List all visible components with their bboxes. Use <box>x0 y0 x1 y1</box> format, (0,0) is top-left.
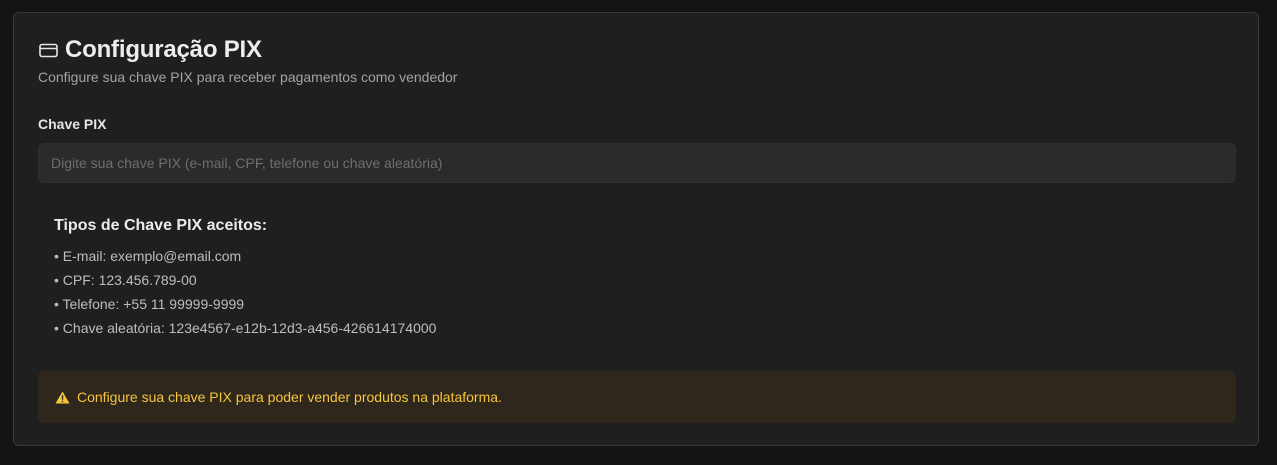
list-item: • Telefone: +55 11 99999-9999 <box>54 296 245 312</box>
accepted-key-types: Tipos de Chave PIX aceitos: • E-mail: ex… <box>54 217 436 340</box>
card-header: Configuração PIX <box>38 35 262 65</box>
pix-config-card: Configuração PIX Configure sua chave PIX… <box>13 12 1259 446</box>
page-title: Configuração PIX <box>65 36 262 63</box>
warning-text: Configure sua chave PIX para poder vende… <box>77 389 502 405</box>
list-item: • CPF: 123.456.789-00 <box>54 272 197 288</box>
credit-card-icon <box>38 40 58 60</box>
key-types-heading: Tipos de Chave PIX aceitos: <box>54 217 268 234</box>
pix-key-label: Chave PIX <box>38 116 107 132</box>
warning-banner: Configure sua chave PIX para poder vende… <box>38 371 1236 423</box>
page-subtitle: Configure sua chave PIX para receber pag… <box>38 69 458 85</box>
list-item: • Chave aleatória: 123e4567-e12b-12d3-a4… <box>54 320 437 336</box>
key-types-list: • E-mail: exemplo@email.com • CPF: 123.4… <box>54 244 436 340</box>
warning-triangle-icon <box>55 390 71 404</box>
list-item: • E-mail: exemplo@email.com <box>54 248 242 264</box>
pix-key-input[interactable] <box>38 143 1236 183</box>
